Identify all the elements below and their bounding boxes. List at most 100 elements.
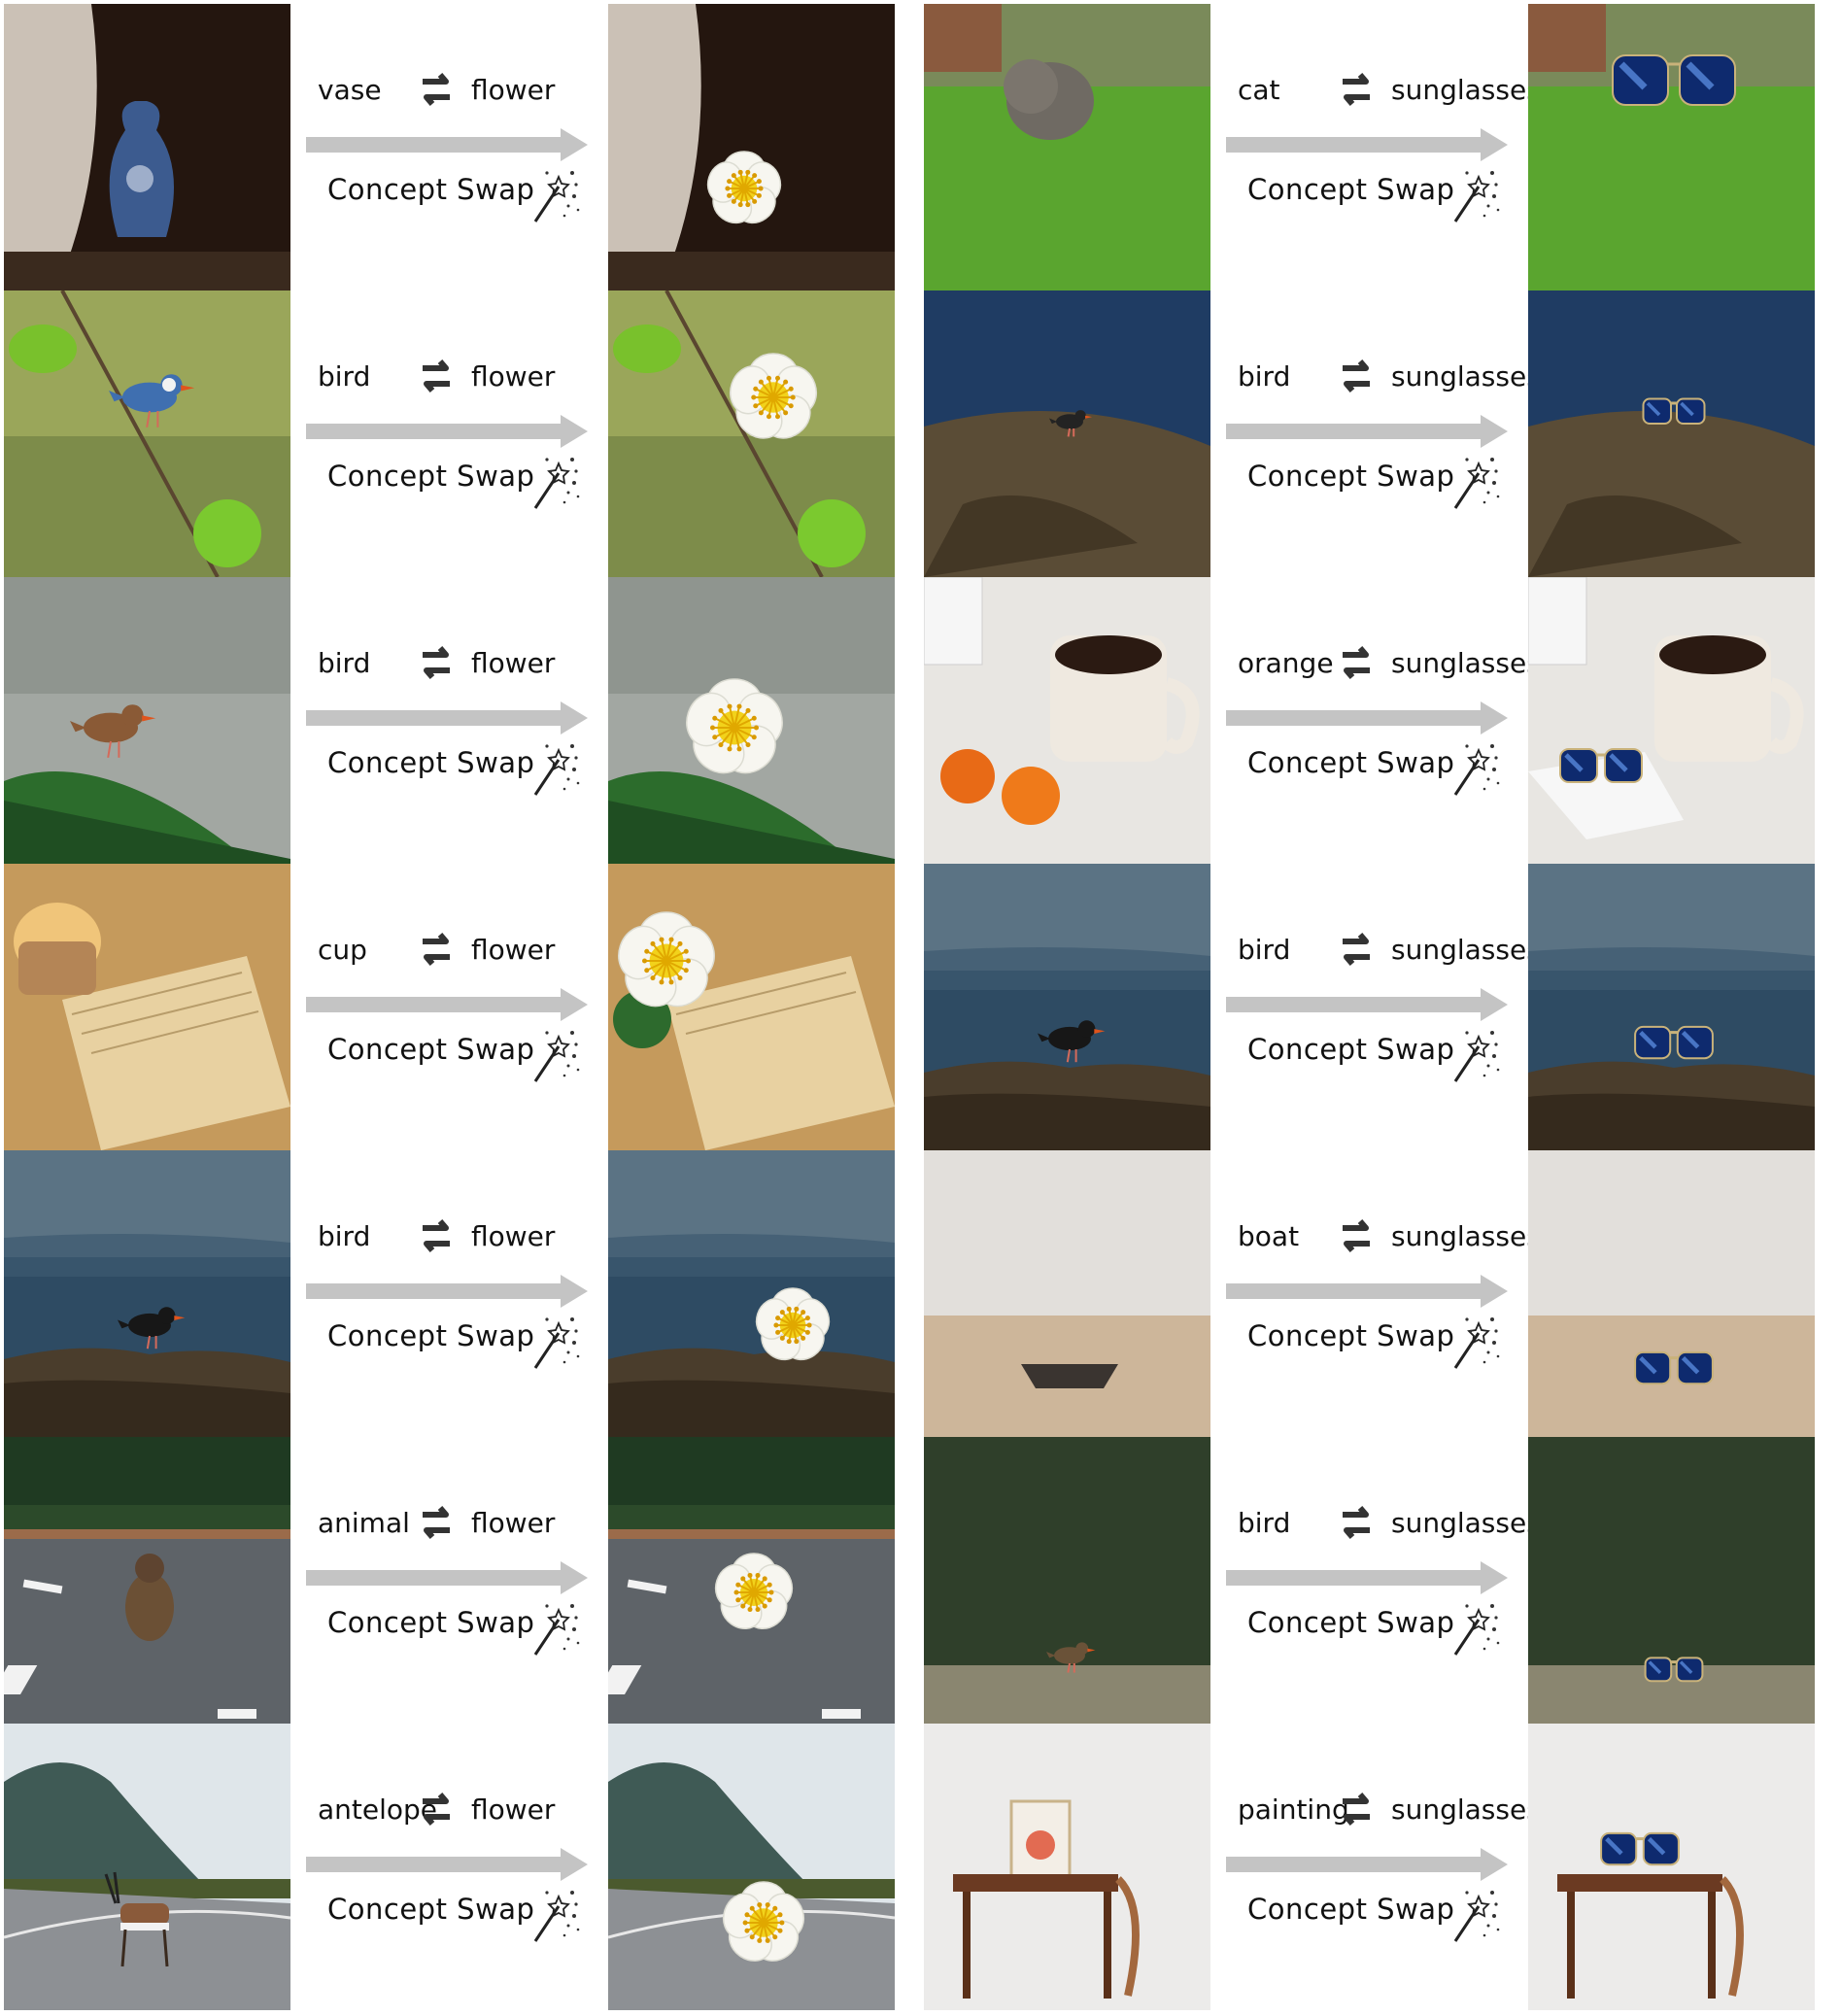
right-arrow: [1226, 1275, 1508, 1308]
swap-arrows-icon: [1335, 641, 1378, 684]
swap-label-panel: painting sunglasses Concept Swap: [1220, 1724, 1541, 2010]
swap-row: bird flower Concept Swap: [4, 1150, 917, 1437]
target-concept: flower: [471, 1794, 556, 1826]
swap-label-panel: bird sunglasses Concept Swap: [1220, 1437, 1541, 1724]
target-concept: sunglasses: [1391, 1507, 1541, 1539]
result-image: [608, 4, 895, 290]
right-arrow: [1226, 701, 1508, 735]
swap-label-panel: bird flower Concept Swap: [300, 577, 598, 864]
right-arrow: [306, 128, 588, 161]
concept-swap-caption: Concept Swap: [1247, 1033, 1455, 1066]
target-concept: sunglasses: [1391, 1794, 1541, 1826]
magic-wand-icon: [529, 1885, 580, 1945]
concept-swap-caption: Concept Swap: [327, 1893, 535, 1926]
target-concept: sunglasses: [1391, 1220, 1541, 1252]
swap-label-panel: vase flower Concept Swap: [300, 4, 598, 290]
source-concept: bird: [318, 1220, 371, 1252]
result-image: [1528, 1150, 1815, 1437]
swap-arrows-icon: [415, 928, 458, 971]
magic-wand-icon: [1449, 1598, 1500, 1658]
swap-label-panel: bird sunglasses Concept Swap: [1220, 864, 1541, 1150]
magic-wand-icon: [529, 1598, 580, 1658]
source-image: [4, 4, 290, 290]
concept-swap-caption: Concept Swap: [1247, 1319, 1455, 1352]
swap-row: cat sunglasses Concept Swap: [924, 4, 1837, 290]
source-concept: boat: [1238, 1220, 1300, 1252]
result-image: [608, 577, 895, 864]
target-concept: flower: [471, 647, 556, 679]
concept-pair: painting sunglasses: [1220, 1793, 1541, 1832]
target-concept: sunglasses: [1391, 934, 1541, 966]
concept-swap-caption: Concept Swap: [327, 1033, 535, 1066]
source-image: [924, 577, 1210, 864]
source-concept: bird: [1238, 934, 1291, 966]
magic-wand-icon: [529, 452, 580, 512]
right-arrow: [306, 1848, 588, 1881]
swap-label-panel: cat sunglasses Concept Swap: [1220, 4, 1541, 290]
source-image: [924, 1724, 1210, 2010]
magic-wand-icon: [529, 165, 580, 225]
source-concept: cup: [318, 934, 367, 966]
swap-row: antelope flower Concept Swap: [4, 1724, 917, 2010]
result-image: [1528, 577, 1815, 864]
concept-swap-caption: Concept Swap: [1247, 1606, 1455, 1639]
concept-pair: bird sunglasses: [1220, 1506, 1541, 1546]
concept-swap-caption: Concept Swap: [1247, 460, 1455, 493]
right-arrow: [1226, 988, 1508, 1021]
swap-label-panel: cup flower Concept Swap: [300, 864, 598, 1150]
right-arrow: [306, 415, 588, 448]
concept-pair: animal flower: [300, 1506, 598, 1546]
concept-pair: cat sunglasses: [1220, 73, 1541, 113]
magic-wand-icon: [1449, 1025, 1500, 1085]
source-image: [924, 290, 1210, 577]
magic-wand-icon: [1449, 165, 1500, 225]
magic-wand-icon: [1449, 738, 1500, 799]
right-arrow: [1226, 415, 1508, 448]
concept-swap-caption: Concept Swap: [1247, 1893, 1455, 1926]
source-image: [4, 1150, 290, 1437]
result-image: [608, 1724, 895, 2010]
swap-arrows-icon: [1335, 1788, 1378, 1830]
swap-label-panel: bird flower Concept Swap: [300, 1150, 598, 1437]
swap-row: orange sunglasses Concept Swap: [924, 577, 1837, 864]
source-concept: painting: [1238, 1794, 1349, 1826]
concept-swap-caption: Concept Swap: [327, 173, 535, 206]
swap-row: bird flower Concept Swap: [4, 290, 917, 577]
sunglasses-column: cat sunglasses Concept Swap bird sunglas…: [924, 4, 1837, 2010]
result-image: [608, 290, 895, 577]
swap-label-panel: bird flower Concept Swap: [300, 290, 598, 577]
magic-wand-icon: [529, 738, 580, 799]
right-arrow: [1226, 128, 1508, 161]
concept-swap-grid: vase flower Concept Swap bird flower Con…: [0, 0, 1840, 2016]
target-concept: flower: [471, 1220, 556, 1252]
source-image: [4, 1437, 290, 1724]
swap-arrows-icon: [415, 355, 458, 397]
source-concept: animal: [318, 1507, 410, 1539]
concept-pair: bird flower: [300, 646, 598, 686]
target-concept: flower: [471, 360, 556, 393]
magic-wand-icon: [1449, 1312, 1500, 1372]
source-image: [924, 4, 1210, 290]
result-image: [1528, 290, 1815, 577]
swap-row: vase flower Concept Swap: [4, 4, 917, 290]
swap-arrows-icon: [1335, 1501, 1378, 1544]
concept-swap-caption: Concept Swap: [327, 1319, 535, 1352]
source-image: [924, 1437, 1210, 1724]
source-concept: cat: [1238, 74, 1280, 106]
concept-pair: vase flower: [300, 73, 598, 113]
concept-swap-caption: Concept Swap: [327, 460, 535, 493]
target-concept: sunglasses: [1391, 74, 1541, 106]
swap-label-panel: orange sunglasses Concept Swap: [1220, 577, 1541, 864]
swap-row: bird sunglasses Concept Swap: [924, 290, 1837, 577]
swap-row: animal flower Concept Swap: [4, 1437, 917, 1724]
concept-pair: bird sunglasses: [1220, 359, 1541, 399]
right-arrow: [306, 1275, 588, 1308]
swap-label-panel: antelope flower Concept Swap: [300, 1724, 598, 2010]
swap-arrows-icon: [1335, 355, 1378, 397]
swap-arrows-icon: [1335, 928, 1378, 971]
result-image: [1528, 864, 1815, 1150]
swap-row: bird sunglasses Concept Swap: [924, 1437, 1837, 1724]
swap-arrows-icon: [1335, 1214, 1378, 1257]
swap-row: cup flower Concept Swap: [4, 864, 917, 1150]
right-arrow: [306, 988, 588, 1021]
